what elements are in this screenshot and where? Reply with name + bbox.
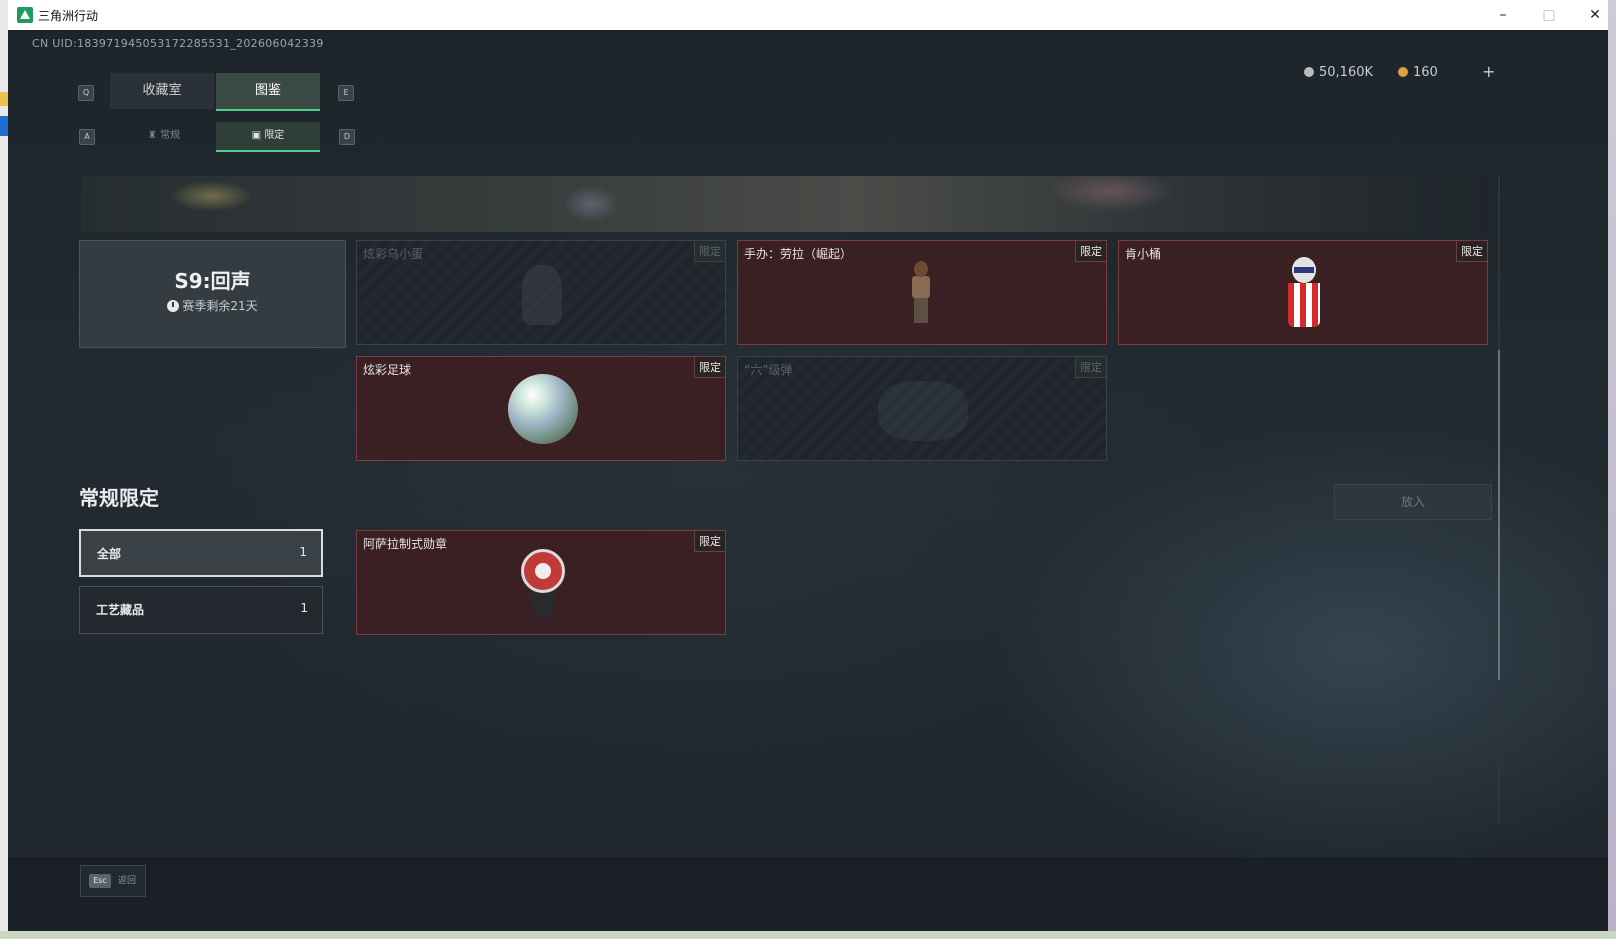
maximize-button[interactable]: □ (1526, 0, 1572, 30)
card-label: 肯小桶 (1125, 247, 1162, 261)
subtab-next-key[interactable]: D (339, 129, 355, 145)
title-bar: 三角洲行动 – □ ✕ (8, 0, 1608, 30)
app-logo-icon (17, 7, 33, 23)
frame-icon: ▣ (251, 130, 265, 141)
tab-codex[interactable]: 图鉴 (216, 73, 320, 111)
filter-count: 1 (299, 545, 307, 559)
bird-egg-figure-silhouette (522, 265, 562, 325)
season-remaining-text: 赛季剩余21天 (182, 299, 258, 313)
filter-craft-collectibles[interactable]: 工艺藏品 1 (79, 586, 323, 634)
season-info-card: S9:回声 赛季剩余21天 (79, 240, 346, 348)
subtab-limited[interactable]: ▣ 限定 (216, 122, 320, 152)
subtab-regular-label: 常规 (160, 130, 181, 141)
subtab-prev-key[interactable]: A (79, 129, 95, 145)
section-title-regular-limited: 常规限定 (79, 486, 159, 510)
gold-currency-value: 160 (1413, 65, 1438, 80)
filter-label: 全部 (97, 547, 122, 561)
silver-coin-icon (1304, 67, 1314, 77)
season-banner-image (81, 176, 1489, 232)
card-label: 手办：劳拉（崛起） (744, 247, 853, 261)
limited-badge: 限定 (694, 241, 725, 262)
desktop-edge-bottom (0, 931, 1616, 939)
esc-key-icon: Esc (89, 874, 111, 888)
filter-all[interactable]: 全部 1 (79, 529, 323, 577)
silver-currency-value: 50,160K (1319, 65, 1374, 80)
close-button[interactable]: ✕ (1572, 0, 1608, 30)
collectible-card-six-grade-bullet[interactable]: “六”级弹 限定 (737, 356, 1107, 461)
collectible-card-colorful-football[interactable]: 炫彩足球 限定 (356, 356, 726, 461)
minimize-button[interactable]: – (1480, 0, 1526, 30)
desktop-edge-left (0, 0, 8, 939)
collectible-card-ken-bucket[interactable]: 肯小桶 限定 (1118, 240, 1488, 345)
filter-count: 1 (300, 601, 308, 615)
back-button[interactable]: Esc 返回 (80, 865, 146, 897)
collectible-card-asala-medal[interactable]: 阿萨拉制式勋章 限定 (356, 530, 726, 635)
season-name: S9:回声 (174, 269, 251, 293)
collectible-card-colorful-bird-egg[interactable]: 炫彩乌小蛋 限定 (356, 240, 726, 345)
desktop-edge-strip (0, 116, 8, 136)
limited-badge: 限定 (1456, 241, 1487, 262)
lara-figure-image (906, 261, 936, 325)
card-label: 炫彩乌小蛋 (363, 247, 424, 261)
tab-collection-room[interactable]: 收藏室 (110, 73, 214, 109)
season-remaining: 赛季剩余21天 (80, 297, 345, 314)
card-label: “六”级弹 (744, 363, 793, 377)
window-title: 三角洲行动 (38, 9, 99, 23)
limited-badge: 限定 (694, 357, 725, 378)
player-uid: CN UID:183971945053172285531_20260604233… (32, 37, 324, 50)
silver-currency: 50,160K (1304, 65, 1373, 80)
gold-currency: 160 (1398, 65, 1438, 80)
card-label: 炫彩足球 (363, 363, 412, 377)
game-screen: CN UID:183971945053172285531_20260604233… (8, 30, 1608, 931)
limited-badge: 限定 (1075, 357, 1106, 378)
add-currency-button[interactable]: + (1482, 62, 1495, 81)
tab-prev-key[interactable]: Q (78, 85, 94, 101)
filter-label: 工艺藏品 (96, 603, 145, 617)
bullet-figure-silhouette (878, 381, 968, 441)
tab-next-key[interactable]: E (338, 85, 354, 101)
asala-medal-image (515, 543, 571, 623)
scrollbar-thumb[interactable] (1498, 350, 1500, 680)
bottom-bar: Esc 返回 (8, 857, 1608, 931)
desktop-edge-strip (0, 92, 8, 106)
limited-badge: 限定 (1075, 241, 1106, 262)
clock-icon (167, 300, 180, 312)
collectible-card-lara-figure[interactable]: 手办：劳拉（崛起） 限定 (737, 240, 1107, 345)
subtab-limited-label: 限定 (264, 130, 285, 141)
subtab-regular[interactable]: ♜ 常规 (114, 122, 214, 150)
app-window: 三角洲行动 – □ ✕ CN UID:183971945053172285531… (8, 0, 1608, 931)
gold-coin-icon (1398, 67, 1408, 77)
ken-bucket-figure-image (1282, 257, 1326, 329)
bottle-icon: ♜ (147, 130, 161, 141)
back-label: 返回 (118, 876, 137, 886)
scrollbar[interactable] (1498, 175, 1500, 823)
place-button[interactable]: 放入 (1334, 484, 1492, 520)
desktop-edge-right (1608, 0, 1616, 939)
limited-badge: 限定 (694, 531, 725, 552)
card-label: 阿萨拉制式勋章 (363, 537, 448, 551)
football-image (508, 374, 578, 444)
